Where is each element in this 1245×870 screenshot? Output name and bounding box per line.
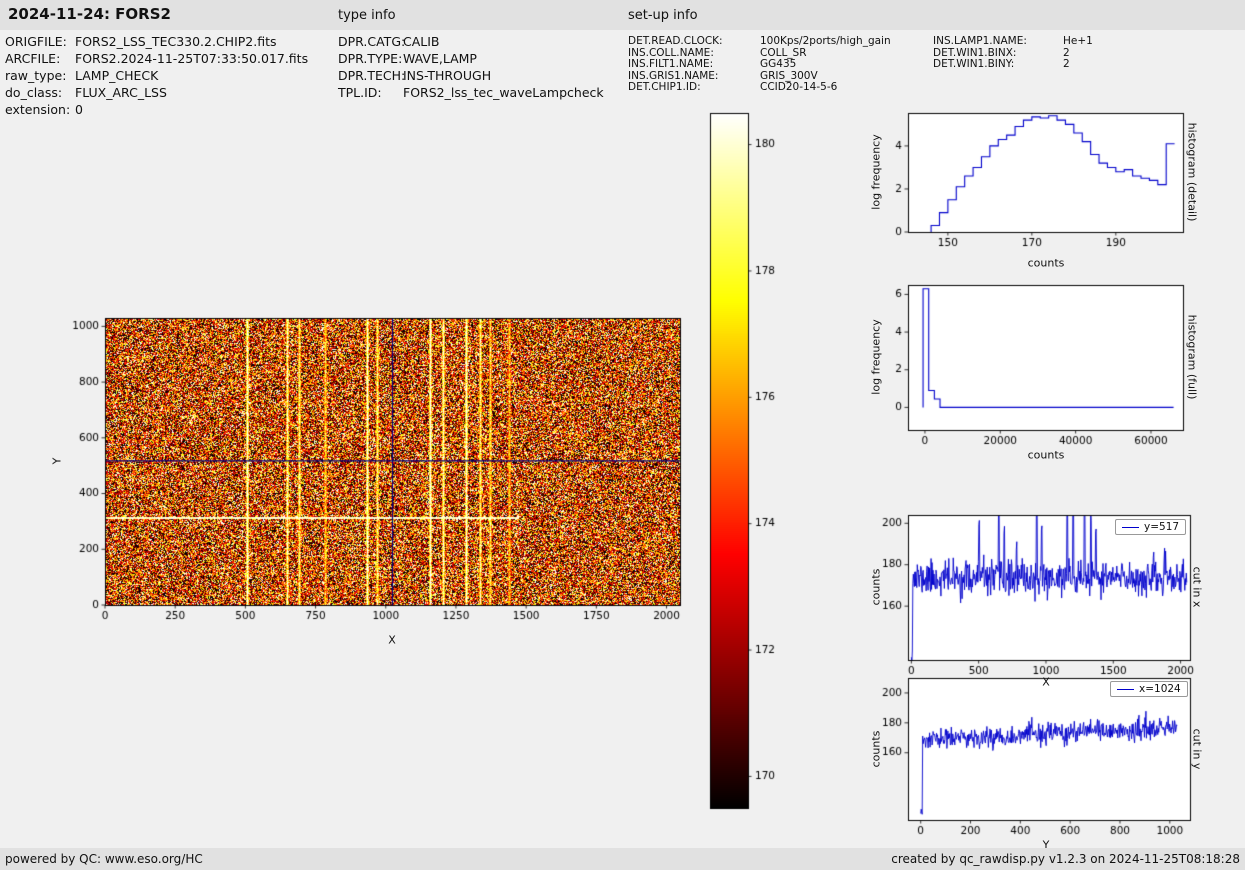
- histogram-detail-canvas: [880, 105, 1200, 255]
- file-info-row: raw_type: LAMP_CHECK: [5, 67, 308, 84]
- cut-x-side-label: cut in x: [1190, 566, 1204, 608]
- footer-left-text: powered by QC: www.eso.org/HC: [5, 852, 203, 866]
- type-info-row: DPR.TYPE: WAVE,LAMP: [338, 50, 604, 67]
- type-info-row: TPL.ID: FORS2_lss_tec_waveLampcheck: [338, 84, 604, 101]
- field-label: ARCFILE:: [5, 51, 61, 66]
- setup-info-row: DET.READ.CLOCK: 100Kps/2ports/high_gain: [628, 35, 891, 48]
- field-value: FORS2_LSS_TEC330.2.CHIP2.fits: [75, 34, 277, 49]
- setup-info-heading: set-up info: [628, 8, 698, 23]
- setup-info-row: DET.WIN1.BINY: 2: [933, 59, 1093, 71]
- hist-detail-y-axis-label: log frequency: [869, 134, 883, 210]
- footer-right-text: created by qc_rawdisp.py v1.2.3 on 2024-…: [891, 852, 1240, 866]
- field-label: DPR.TECH:: [338, 68, 406, 83]
- setup-info-row: DET.CHIP1.ID: CCID20-14-5-6: [628, 82, 891, 94]
- field-value: He+1: [1063, 35, 1093, 47]
- setup-info-block-1: DET.READ.CLOCK: 100Kps/2ports/high_gain I…: [628, 35, 891, 94]
- cut-x-legend: y=517: [1115, 519, 1187, 535]
- field-label: DET.CHIP1.ID:: [628, 81, 701, 94]
- field-label: DET.WIN1.BINY:: [933, 58, 1015, 71]
- main-x-axis-label: X: [388, 633, 396, 647]
- field-value: LAMP_CHECK: [75, 68, 159, 83]
- field-value: FORS2_lss_tec_waveLampcheck: [403, 85, 604, 100]
- cut-y-side-label: cut in y: [1190, 728, 1204, 770]
- type-info-heading: type info: [338, 8, 396, 23]
- field-value: WAVE,LAMP: [403, 51, 477, 66]
- field-value: INS-THROUGH: [403, 68, 492, 83]
- field-value: CCID20-14-5-6: [760, 81, 838, 94]
- hist-full-side-label: histogram (full): [1185, 314, 1199, 400]
- page-title: 2024-11-24: FORS2: [8, 5, 171, 23]
- hist-detail-side-label: histogram (detail): [1185, 122, 1199, 222]
- hist-detail-x-axis-label: counts: [1027, 256, 1065, 270]
- cut-y-legend: x=1024: [1110, 681, 1188, 697]
- field-label: DPR.CATG:: [338, 34, 406, 49]
- cut-x-y-axis-label: counts: [869, 568, 883, 606]
- field-label: DET.READ.CLOCK:: [628, 35, 723, 47]
- cut-y-y-axis-label: counts: [869, 730, 883, 768]
- setup-info-row: INS.LAMP1.NAME: He+1: [933, 35, 1093, 48]
- field-label: ORIGFILE:: [5, 34, 67, 49]
- legend-line-sample-icon: [1122, 526, 1139, 528]
- cut-x-x-axis-label: X: [1042, 675, 1050, 689]
- field-label: DPR.TYPE:: [338, 51, 403, 66]
- setup-info-block-2: INS.LAMP1.NAME: He+1 DET.WIN1.BINX: 2 DET.…: [933, 35, 1093, 71]
- field-value: FLUX_ARC_LSS: [75, 85, 167, 100]
- file-info-row: do_class: FLUX_ARC_LSS: [5, 84, 308, 101]
- file-info-row: extension: 0: [5, 101, 308, 118]
- footer-bar: powered by QC: www.eso.org/HC created by…: [0, 848, 1245, 870]
- legend-line-sample-icon: [1117, 688, 1134, 690]
- field-label: TPL.ID:: [338, 85, 382, 100]
- field-value: CALIB: [403, 34, 440, 49]
- field-value: FORS2.2024-11-25T07:33:50.017.fits: [75, 51, 309, 66]
- field-label: extension:: [5, 102, 71, 117]
- field-label: do_class:: [5, 85, 63, 100]
- hist-full-x-axis-label: counts: [1027, 448, 1065, 462]
- main-y-axis-label: Y: [50, 457, 64, 465]
- hist-full-y-axis-label: log frequency: [869, 319, 883, 395]
- cut-y-legend-label: x=1024: [1139, 683, 1181, 695]
- header-bar: 2024-11-24: FORS2 type info set-up info: [0, 0, 1245, 30]
- raw-image-heatmap-canvas: [50, 308, 700, 643]
- type-info-block: DPR.CATG: CALIB DPR.TYPE: WAVE,LAMP DPR.TE…: [338, 33, 604, 101]
- field-value: 100Kps/2ports/high_gain: [760, 35, 891, 47]
- field-value: 2: [1063, 58, 1070, 71]
- type-info-row: DPR.CATG: CALIB: [338, 33, 604, 50]
- field-value: 0: [75, 102, 83, 117]
- field-label: raw_type:: [5, 68, 67, 83]
- file-info-block: ORIGFILE: FORS2_LSS_TEC330.2.CHIP2.fits A…: [5, 33, 308, 118]
- colorbar-canvas: [705, 105, 800, 820]
- cut-x-legend-label: y=517: [1144, 521, 1180, 533]
- field-label: INS.LAMP1.NAME:: [933, 35, 1027, 47]
- histogram-full-canvas: [880, 277, 1200, 447]
- file-info-row: ARCFILE: FORS2.2024-11-25T07:33:50.017.fi…: [5, 50, 308, 67]
- file-info-row: ORIGFILE: FORS2_LSS_TEC330.2.CHIP2.fits: [5, 33, 308, 50]
- type-info-row: DPR.TECH: INS-THROUGH: [338, 67, 604, 84]
